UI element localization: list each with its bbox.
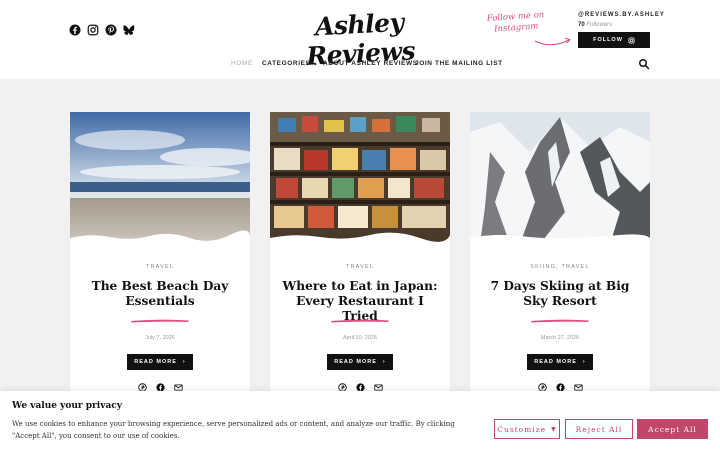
caret-down-icon: ▼	[551, 425, 557, 433]
pink-swash-divider	[531, 319, 589, 323]
chevron-down-icon: ⌄	[312, 61, 319, 67]
reject-all-button[interactable]: Reject All	[565, 419, 633, 439]
read-more-label: READ MORE	[534, 359, 577, 365]
follower-number: 70	[578, 22, 585, 28]
nav-home[interactable]: HOME	[231, 60, 253, 67]
instagram-follow-button[interactable]: FOLLOW	[578, 32, 650, 48]
post-card: TRAVEL Where to Eat in Japan: Every Rest…	[270, 112, 450, 392]
post-title[interactable]: The Best Beach Day Essentials	[80, 279, 240, 309]
instagram-handle[interactable]: @REVIEWS.BY.ASHLEY	[578, 12, 665, 18]
nav-categories-label: CATEGORIES	[262, 60, 311, 67]
post-card: SKIING, TRAVEL 7 Days Skiing at Big Sky …	[470, 112, 650, 392]
bluesky-icon[interactable]	[123, 24, 135, 36]
pinterest-icon[interactable]	[105, 24, 117, 36]
site-header: Ashley Reviews Follow me on Instagram @R…	[0, 0, 720, 79]
customize-button[interactable]: Customize ▼	[494, 419, 560, 439]
accept-all-button[interactable]: Accept All	[637, 419, 708, 439]
instagram-icon[interactable]	[87, 24, 99, 36]
chevron-right-icon: ›	[182, 359, 186, 365]
post-date: March 27, 2026	[540, 335, 580, 341]
chevron-right-icon: ›	[582, 359, 586, 365]
cookie-consent-banner: We value your privacy We use cookies to …	[0, 391, 720, 450]
pink-swash-divider	[131, 319, 189, 323]
nav-categories[interactable]: CATEGORIES ⌄	[262, 60, 319, 67]
read-more-button[interactable]: READ MORE ›	[127, 354, 193, 370]
cookie-description: We use cookies to enhance your browsing …	[12, 420, 455, 440]
chevron-right-icon: ›	[382, 359, 386, 365]
curved-arrow-icon	[534, 37, 571, 46]
cookie-title: We value your privacy	[12, 401, 122, 411]
nav-about[interactable]: ABOUT ASHLEY REVIEWS	[323, 60, 418, 67]
follower-count: 70 Followers	[578, 22, 612, 28]
post-date: April 10, 2026	[343, 335, 377, 341]
nav-mailing-list[interactable]: JOIN THE MAILING LIST	[415, 60, 503, 67]
facebook-icon[interactable]	[69, 24, 81, 36]
search-icon[interactable]	[638, 58, 650, 70]
read-more-button[interactable]: READ MORE ›	[527, 354, 593, 370]
follow-button-label: FOLLOW	[593, 37, 623, 43]
post-category[interactable]: TRAVEL	[270, 264, 450, 270]
read-more-label: READ MORE	[134, 359, 177, 365]
post-image-beach[interactable]	[70, 112, 250, 244]
read-more-label: READ MORE	[334, 359, 377, 365]
post-title[interactable]: 7 Days Skiing at Big Sky Resort	[480, 279, 640, 309]
post-card: TRAVEL The Best Beach Day Essentials Jul…	[70, 112, 250, 392]
read-more-button[interactable]: READ MORE ›	[327, 354, 393, 370]
post-image-skiing[interactable]	[470, 112, 650, 244]
follower-label: Followers	[586, 22, 613, 28]
post-category[interactable]: TRAVEL	[70, 264, 250, 270]
pink-swash-divider	[331, 319, 389, 323]
post-image-japan[interactable]	[270, 112, 450, 244]
post-category[interactable]: SKIING, TRAVEL	[470, 264, 650, 270]
post-date: July 7, 2026	[145, 335, 175, 341]
customize-label: Customize	[497, 424, 547, 434]
main-nav: HOME CATEGORIES ⌄ ABOUT ASHLEY REVIEWS J…	[0, 58, 720, 72]
instagram-icon	[628, 36, 635, 44]
social-links	[69, 24, 135, 36]
